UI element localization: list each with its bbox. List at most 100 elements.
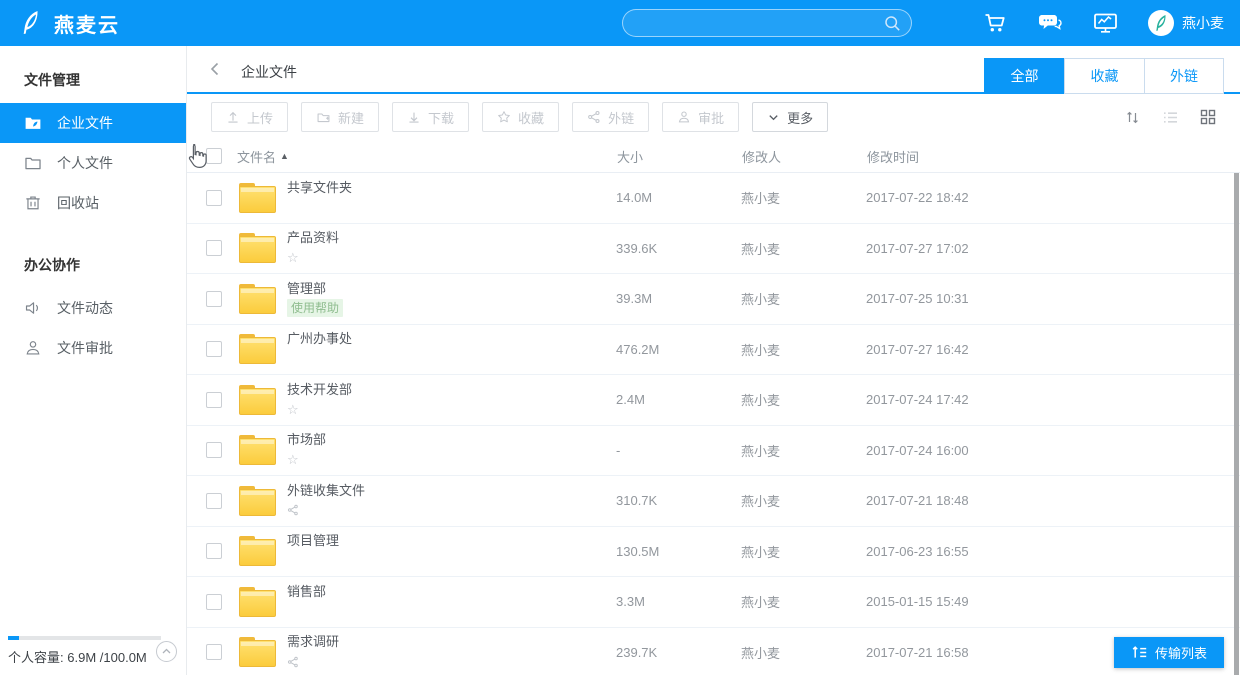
table-row[interactable]: 项目管理 130.5M 燕小麦 2017-06-23 16:55 xyxy=(187,527,1240,577)
toolbar-button[interactable]: 上传 xyxy=(211,102,289,132)
view-controls xyxy=(1124,94,1216,140)
file-name[interactable]: 销售部 xyxy=(287,584,616,600)
file-modified-time: 2017-07-21 18:48 xyxy=(866,493,969,509)
vertical-scrollbar[interactable] xyxy=(1234,173,1239,675)
table-row[interactable]: 管理部 使用帮助 39.3M 燕小麦 2017-07-25 10:31 xyxy=(187,274,1240,325)
file-modifier: 燕小麦 xyxy=(741,292,781,308)
toolbar-button[interactable]: 下载 xyxy=(392,102,470,132)
storage-text: 个人容量: 6.9M /100.0M xyxy=(8,650,147,665)
chevron-down-icon xyxy=(767,111,780,124)
folder-icon xyxy=(239,485,276,516)
file-badge xyxy=(287,603,616,620)
file-modifier: 燕小麦 xyxy=(741,494,781,510)
filter-tabs: 全部 收藏 外链 xyxy=(984,58,1224,94)
table-row[interactable]: 销售部 3.3M 燕小麦 2015-01-15 15:49 xyxy=(187,577,1240,628)
avatar xyxy=(1148,10,1174,36)
folder-icon xyxy=(239,283,276,314)
toolbar-button[interactable]: 新建 xyxy=(301,102,380,132)
header-actions: 燕小麦 xyxy=(983,0,1224,46)
column-header-modifier[interactable]: 修改人 xyxy=(742,147,867,166)
toolbar-button[interactable]: 审批 xyxy=(662,102,740,132)
file-name[interactable]: 广州办事处 xyxy=(287,331,616,347)
toolbar-button[interactable]: 外链 xyxy=(572,102,650,132)
sidebar-item[interactable]: 回收站 xyxy=(0,183,186,223)
approval-icon xyxy=(677,110,691,124)
toolbar-button[interactable]: 收藏 xyxy=(482,102,560,132)
row-checkbox[interactable] xyxy=(206,290,222,307)
table-row[interactable]: 外链收集文件 310.7K 燕小麦 2017-07-21 18:48 xyxy=(187,476,1240,527)
file-modifier: 燕小麦 xyxy=(741,342,781,358)
row-checkbox[interactable] xyxy=(206,240,222,257)
file-badge xyxy=(287,552,616,569)
file-name[interactable]: 市场部 xyxy=(287,432,616,448)
toolbar: 上传 新建 下载 收藏 外链 审批 更多 xyxy=(187,94,1240,140)
row-checkbox[interactable] xyxy=(206,492,222,509)
file-name[interactable]: 管理部 xyxy=(287,281,616,297)
file-name[interactable]: 需求调研 xyxy=(287,634,616,650)
file-name[interactable]: 外链收集文件 xyxy=(287,483,616,499)
sidebar-item[interactable]: 文件动态 xyxy=(0,288,186,328)
table-row[interactable]: 需求调研 239.7K 燕小麦 2017-07-21 16:58 xyxy=(187,628,1240,675)
toolbar-button[interactable]: 更多 xyxy=(752,102,829,132)
collapse-storage-button[interactable] xyxy=(156,641,177,662)
filter-tab[interactable]: 收藏 xyxy=(1064,58,1144,94)
file-modifier: 燕小麦 xyxy=(741,241,781,257)
search-input[interactable] xyxy=(627,15,884,31)
table-row[interactable]: 产品资料 ☆ 339.6K 燕小麦 2017-07-27 17:02 xyxy=(187,224,1240,274)
sidebar-item[interactable]: 文件审批 xyxy=(0,328,186,368)
row-checkbox[interactable] xyxy=(206,442,222,459)
table-header: 文件名 ▲ 大小 修改人 修改时间 xyxy=(187,140,1240,173)
grid-view-icon[interactable] xyxy=(1200,109,1216,125)
star-icon xyxy=(497,110,511,124)
personal-folder-icon xyxy=(24,154,42,172)
sidebar-item[interactable]: 企业文件 xyxy=(0,103,186,143)
file-name[interactable]: 共享文件夹 xyxy=(287,180,616,196)
chat-icon[interactable] xyxy=(1037,11,1063,35)
monitor-chart-icon[interactable] xyxy=(1093,11,1118,35)
list-view-icon[interactable] xyxy=(1162,109,1179,126)
file-name[interactable]: 产品资料 xyxy=(287,230,616,246)
cart-icon[interactable] xyxy=(983,11,1007,35)
column-header-name[interactable]: 文件名 xyxy=(237,147,276,166)
file-name[interactable]: 项目管理 xyxy=(287,533,616,549)
row-checkbox[interactable] xyxy=(206,341,222,358)
table-row[interactable]: 技术开发部 ☆ 2.4M 燕小麦 2017-07-24 17:42 xyxy=(187,375,1240,426)
favorite-star-icon: ☆ xyxy=(287,452,299,468)
breadcrumb-title: 企业文件 xyxy=(241,64,297,80)
file-badge: 使用帮助 xyxy=(287,299,616,318)
file-badge xyxy=(287,199,616,216)
row-checkbox[interactable] xyxy=(206,644,222,661)
transfer-list-button[interactable]: 传输列表 xyxy=(1114,637,1224,668)
file-modifier: 燕小麦 xyxy=(741,443,781,459)
search-icon[interactable] xyxy=(884,15,901,32)
file-modifier: 燕小麦 xyxy=(741,393,781,409)
filter-tab[interactable]: 外链 xyxy=(1144,58,1224,94)
table-row[interactable]: 共享文件夹 14.0M 燕小麦 2017-07-22 18:42 xyxy=(187,173,1240,224)
favorite-star-icon: ☆ xyxy=(287,250,299,266)
file-name[interactable]: 技术开发部 xyxy=(287,382,616,398)
row-checkbox[interactable] xyxy=(206,189,222,206)
table-row[interactable]: 广州办事处 476.2M 燕小麦 2017-07-27 16:42 xyxy=(187,325,1240,375)
row-checkbox[interactable] xyxy=(206,391,222,408)
select-all-checkbox[interactable] xyxy=(206,148,222,164)
row-checkbox[interactable] xyxy=(206,593,222,610)
column-header-modified[interactable]: 修改时间 xyxy=(867,147,1240,166)
filter-tab[interactable]: 全部 xyxy=(984,58,1064,94)
sort-icon[interactable] xyxy=(1124,109,1141,126)
file-size: 239.7K xyxy=(616,644,658,660)
table-row[interactable]: 市场部 ☆ - 燕小麦 2017-07-24 16:00 xyxy=(187,426,1240,476)
trash-icon xyxy=(24,194,42,212)
app-logo[interactable]: 燕麦云 xyxy=(0,9,200,38)
back-arrow-icon[interactable] xyxy=(207,60,225,78)
user-menu[interactable]: 燕小麦 xyxy=(1148,10,1224,36)
file-modified-time: 2017-07-24 16:00 xyxy=(866,442,969,458)
sidebar-item[interactable]: 个人文件 xyxy=(0,143,186,183)
row-checkbox[interactable] xyxy=(206,543,222,560)
folder-icon xyxy=(239,637,276,668)
activity-speaker-icon xyxy=(24,299,42,317)
column-header-size[interactable]: 大小 xyxy=(617,147,742,166)
folder-icon xyxy=(239,586,276,617)
search-box[interactable] xyxy=(622,9,912,37)
folder-icon xyxy=(239,233,276,264)
help-tag: 使用帮助 xyxy=(287,299,344,318)
